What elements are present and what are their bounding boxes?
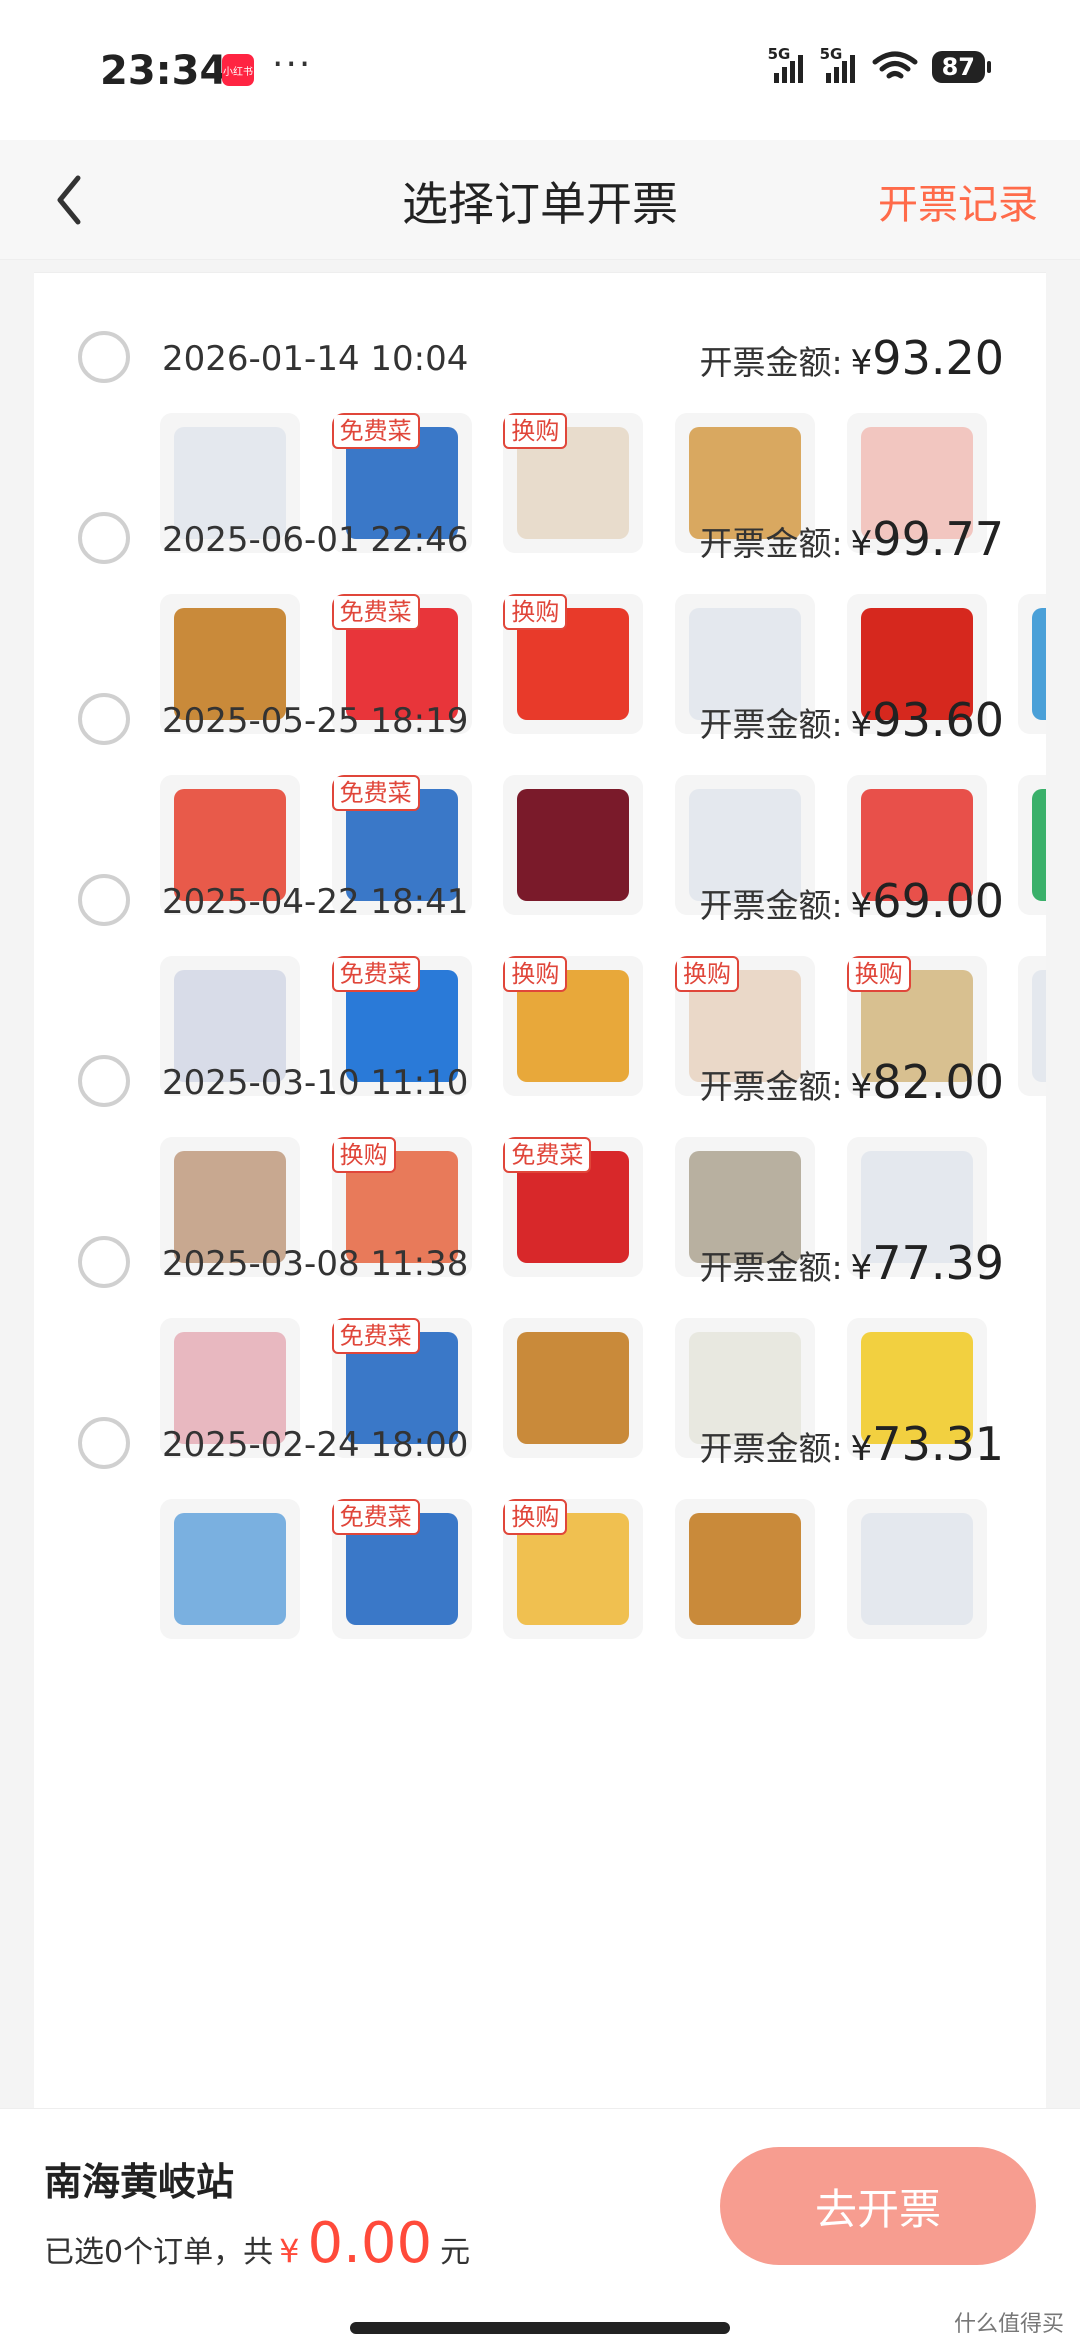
amount-currency: ¥ — [850, 705, 873, 745]
order-date: 2025-06-01 22:46 — [162, 520, 469, 560]
order-date: 2026-01-14 10:04 — [162, 339, 469, 379]
product-tag: 免费菜 — [331, 1499, 420, 1535]
total-currency: ¥ — [279, 2232, 300, 2270]
amount-value: 77.39 — [872, 1236, 1004, 1290]
product-tag: 换购 — [503, 956, 568, 992]
amount-value: 93.20 — [872, 331, 1004, 385]
order-amount: 开票金额: ¥93.60 — [700, 693, 1004, 747]
page-header: 选择订单开票 开票记录 — [0, 140, 1080, 260]
order-select-radio[interactable] — [78, 874, 130, 926]
amount-label: 开票金额 — [699, 1429, 832, 1468]
product-image — [174, 1513, 286, 1625]
order-select-radio[interactable] — [78, 1236, 130, 1288]
amount-label: 开票金额 — [699, 343, 832, 382]
total-unit: 元 — [440, 2235, 471, 2270]
selected-count-text: 已选0个订单，共 — [44, 2235, 274, 2270]
product-tag: 免费菜 — [331, 594, 420, 630]
amount-currency: ¥ — [850, 1067, 873, 1107]
product-thumbnails: 免费菜 换购 — [160, 1499, 1046, 1639]
amount-currency: ¥ — [850, 886, 873, 926]
amount-colon: : — [831, 886, 843, 925]
order-list: 2026-01-14 10:04 开票金额: ¥93.20 免费菜 换购 2025-06-… — [34, 272, 1046, 2112]
xiaohongshu-app-icon: 小红书 — [222, 54, 254, 86]
product-thumbnail — [675, 1499, 816, 1639]
amount-value: 69.00 — [872, 874, 1004, 928]
order-amount: 开票金额: ¥73.31 — [700, 1417, 1004, 1471]
invoice-record-link[interactable]: 开票记录 — [878, 172, 1038, 230]
amount-colon: : — [831, 1429, 843, 1468]
bottom-bar: 南海黄岐站 已选0个订单，共 ¥ 0.00 元 去开票 — [0, 2108, 1080, 2347]
amount-label: 开票金额 — [699, 1248, 832, 1287]
amount-value: 93.60 — [872, 693, 1004, 747]
product-tag: 换购 — [331, 1137, 396, 1173]
order-select-radio[interactable] — [78, 1417, 130, 1469]
order-amount: 开票金额: ¥82.00 — [700, 1055, 1004, 1109]
signal-2-icon: 5G — [820, 45, 858, 83]
more-notifications-icon: ··· — [272, 44, 313, 85]
order-select-radio[interactable] — [78, 512, 130, 564]
order-row[interactable]: 2025-02-24 18:00 开票金额: ¥73.31 免费菜 换购 — [34, 1351, 1046, 1639]
amount-label: 开票金额 — [699, 524, 832, 563]
amount-colon: : — [831, 343, 843, 382]
order-amount: 开票金额: ¥99.77 — [700, 512, 1004, 566]
selection-summary: 已选0个订单，共 ¥ 0.00 元 — [44, 2211, 470, 2276]
order-select-radio[interactable] — [78, 331, 130, 383]
order-amount: 开票金额: ¥77.39 — [700, 1236, 1004, 1290]
product-thumbnail: 免费菜 — [331, 1499, 472, 1639]
battery-icon: 87 — [931, 51, 992, 83]
product-tag: 免费菜 — [331, 413, 420, 449]
order-amount: 开票金额: ¥69.00 — [700, 874, 1004, 928]
amount-currency: ¥ — [850, 524, 873, 564]
status-time: 23:34 — [100, 48, 228, 94]
product-tag: 换购 — [675, 956, 740, 992]
product-tag: 换购 — [503, 1499, 568, 1535]
watermark: 什么值得买 — [953, 2312, 1064, 2337]
amount-colon: : — [831, 1067, 843, 1106]
product-tag: 换购 — [503, 413, 568, 449]
order-date: 2025-02-24 18:00 — [162, 1425, 469, 1465]
order-date: 2025-03-08 11:38 — [162, 1244, 469, 1284]
status-indicators: 5G 5G 87 — [768, 45, 992, 84]
amount-currency: ¥ — [850, 1429, 873, 1469]
order-amount: 开票金额: ¥93.20 — [700, 331, 1004, 385]
product-image — [689, 1513, 802, 1625]
amount-colon: : — [831, 705, 843, 744]
product-tag: 换购 — [503, 594, 568, 630]
product-tag: 免费菜 — [331, 775, 420, 811]
product-thumbnail: 换购 — [503, 1499, 644, 1639]
order-date: 2025-04-22 18:41 — [162, 882, 469, 922]
total-amount: 0.00 — [307, 2211, 433, 2276]
wifi-icon — [872, 51, 918, 79]
signal-1-icon: 5G — [768, 45, 806, 83]
home-indicator[interactable] — [350, 2322, 730, 2334]
order-date: 2025-03-10 11:10 — [162, 1063, 469, 1103]
order-select-radio[interactable] — [78, 1055, 130, 1107]
amount-value: 99.77 — [872, 512, 1004, 566]
status-bar: 23:34 小红书 ··· 5G 5G 87 — [0, 0, 1080, 140]
product-tag: 免费菜 — [503, 1137, 592, 1173]
product-tag: 免费菜 — [331, 1318, 420, 1354]
amount-currency: ¥ — [850, 1248, 873, 1288]
amount-label: 开票金额 — [699, 886, 832, 925]
amount-currency: ¥ — [850, 343, 873, 383]
product-thumbnail — [846, 1499, 987, 1639]
product-thumbnail — [160, 1499, 300, 1639]
product-tag: 换购 — [846, 956, 911, 992]
amount-value: 82.00 — [872, 1055, 1004, 1109]
station-name: 南海黄岐站 — [44, 2160, 235, 2204]
amount-label: 开票金额 — [699, 705, 832, 744]
order-select-radio[interactable] — [78, 693, 130, 745]
issue-invoice-button[interactable]: 去开票 — [720, 2147, 1036, 2265]
amount-colon: : — [831, 1248, 843, 1287]
product-image — [860, 1513, 973, 1625]
amount-label: 开票金额 — [699, 1067, 832, 1106]
order-date: 2025-05-25 18:19 — [162, 701, 469, 741]
product-tag: 免费菜 — [331, 956, 420, 992]
amount-colon: : — [831, 524, 843, 563]
amount-value: 73.31 — [872, 1417, 1004, 1471]
